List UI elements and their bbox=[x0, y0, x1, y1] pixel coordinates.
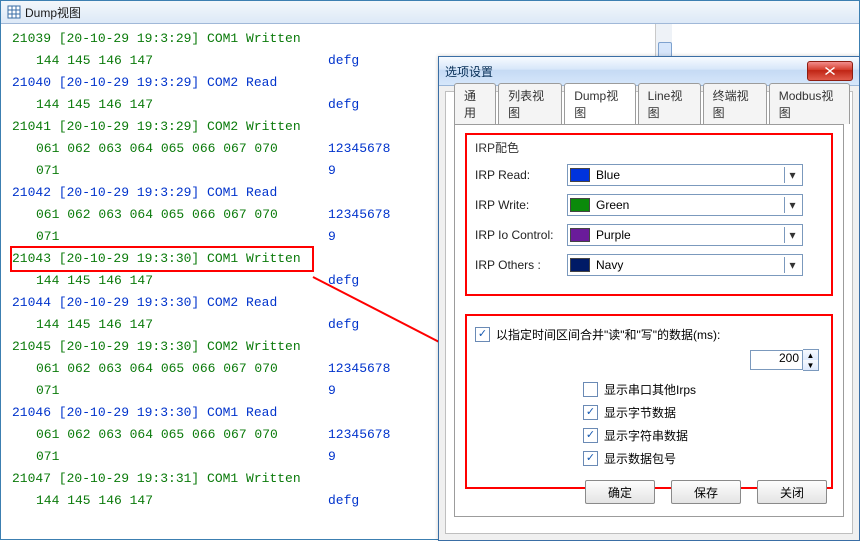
check-line-3: ✓ 显示数据包号 bbox=[583, 450, 823, 467]
chevron-down-icon[interactable]: ▾ bbox=[784, 227, 800, 243]
window-titlebar[interactable]: Dump视图 bbox=[1, 1, 859, 24]
close-button[interactable] bbox=[807, 61, 853, 81]
color-combo[interactable]: Green▾ bbox=[567, 194, 803, 216]
checkbox[interactable]: ✓ bbox=[583, 405, 598, 420]
chevron-down-icon[interactable]: ▾ bbox=[784, 257, 800, 273]
color-name: Blue bbox=[596, 168, 784, 182]
check-line-2: ✓ 显示字符串数据 bbox=[583, 427, 823, 444]
tab-1[interactable]: 列表视图 bbox=[498, 83, 562, 124]
dump-view-window: Dump视图 21039 [20-10-29 19:3:29] COM1 Wri… bbox=[0, 0, 860, 540]
tab-pane-dump: IRP配色 IRP Read:Blue▾IRP Write:Green▾IRP … bbox=[454, 124, 844, 517]
group-label: IRP配色 bbox=[475, 139, 823, 156]
color-combo[interactable]: Blue▾ bbox=[567, 164, 803, 186]
check-label: 显示字节数据 bbox=[604, 404, 676, 421]
tab-0[interactable]: 通用 bbox=[454, 83, 496, 124]
color-swatch bbox=[570, 168, 590, 182]
color-name: Purple bbox=[596, 228, 784, 242]
merge-value[interactable]: 200 bbox=[750, 350, 803, 370]
field-label: IRP Write: bbox=[475, 198, 567, 212]
check-line-0: 显示串口其他Irps bbox=[583, 381, 823, 398]
color-combo[interactable]: Navy▾ bbox=[567, 254, 803, 276]
merge-spinner[interactable]: 200 ▲▼ bbox=[750, 349, 819, 371]
color-field-3: IRP Others :Navy▾ bbox=[475, 254, 823, 276]
checkbox[interactable]: ✓ bbox=[583, 451, 598, 466]
close-icon bbox=[825, 67, 835, 75]
spin-down-icon[interactable]: ▼ bbox=[803, 360, 818, 370]
ok-button[interactable]: 确定 bbox=[585, 480, 655, 504]
chevron-down-icon[interactable]: ▾ bbox=[784, 167, 800, 183]
window-title: Dump视图 bbox=[25, 4, 81, 21]
spinner-buttons[interactable]: ▲▼ bbox=[803, 349, 819, 371]
save-button[interactable]: 保存 bbox=[671, 480, 741, 504]
dialog-body: 通用列表视图Dump视图Line视图终端视图Modbus视图 IRP配色 IRP… bbox=[445, 91, 853, 534]
color-field-0: IRP Read:Blue▾ bbox=[475, 164, 823, 186]
tab-2[interactable]: Dump视图 bbox=[564, 83, 635, 125]
irp-color-group: IRP配色 IRP Read:Blue▾IRP Write:Green▾IRP … bbox=[465, 133, 833, 296]
tab-bar: 通用列表视图Dump视图Line视图终端视图Modbus视图 bbox=[454, 100, 852, 124]
merge-label: 以指定时间区间合并"读"和"写"的数据(ms): bbox=[496, 326, 720, 343]
merge-option-line: ✓ 以指定时间区间合并"读"和"写"的数据(ms): bbox=[475, 326, 823, 343]
chevron-down-icon[interactable]: ▾ bbox=[784, 197, 800, 213]
field-label: IRP Read: bbox=[475, 168, 567, 182]
check-label: 显示字符串数据 bbox=[604, 427, 688, 444]
dialog-buttons: 确定 保存 关闭 bbox=[585, 480, 827, 504]
tab-5[interactable]: Modbus视图 bbox=[769, 83, 850, 124]
dialog-title: 选项设置 bbox=[445, 63, 493, 80]
checkbox[interactable]: ✓ bbox=[583, 428, 598, 443]
tab-4[interactable]: 终端视图 bbox=[703, 83, 767, 124]
data-options-group: ✓ 以指定时间区间合并"读"和"写"的数据(ms): 200 ▲▼ 显示串口其他… bbox=[465, 314, 833, 489]
log-header[interactable]: 21039 [20-10-29 19:3:29] COM1 Written bbox=[12, 28, 655, 50]
check-label: 显示串口其他Irps bbox=[604, 381, 696, 398]
color-name: Navy bbox=[596, 258, 784, 272]
grid-icon bbox=[7, 5, 21, 19]
color-combo[interactable]: Purple▾ bbox=[567, 224, 803, 246]
tab-3[interactable]: Line视图 bbox=[638, 83, 701, 124]
color-field-1: IRP Write:Green▾ bbox=[475, 194, 823, 216]
dialog-titlebar[interactable]: 选项设置 bbox=[439, 57, 859, 86]
color-swatch bbox=[570, 198, 590, 212]
color-swatch bbox=[570, 258, 590, 272]
color-name: Green bbox=[596, 198, 784, 212]
merge-checkbox[interactable]: ✓ bbox=[475, 327, 490, 342]
spin-up-icon[interactable]: ▲ bbox=[803, 350, 818, 360]
close-dialog-button[interactable]: 关闭 bbox=[757, 480, 827, 504]
color-swatch bbox=[570, 228, 590, 242]
color-field-2: IRP Io Control:Purple▾ bbox=[475, 224, 823, 246]
field-label: IRP Others : bbox=[475, 258, 567, 272]
checkbox[interactable] bbox=[583, 382, 598, 397]
check-label: 显示数据包号 bbox=[604, 450, 676, 467]
check-line-1: ✓ 显示字节数据 bbox=[583, 404, 823, 421]
field-label: IRP Io Control: bbox=[475, 228, 567, 242]
options-dialog: 选项设置 通用列表视图Dump视图Line视图终端视图Modbus视图 IRP配… bbox=[438, 56, 860, 541]
